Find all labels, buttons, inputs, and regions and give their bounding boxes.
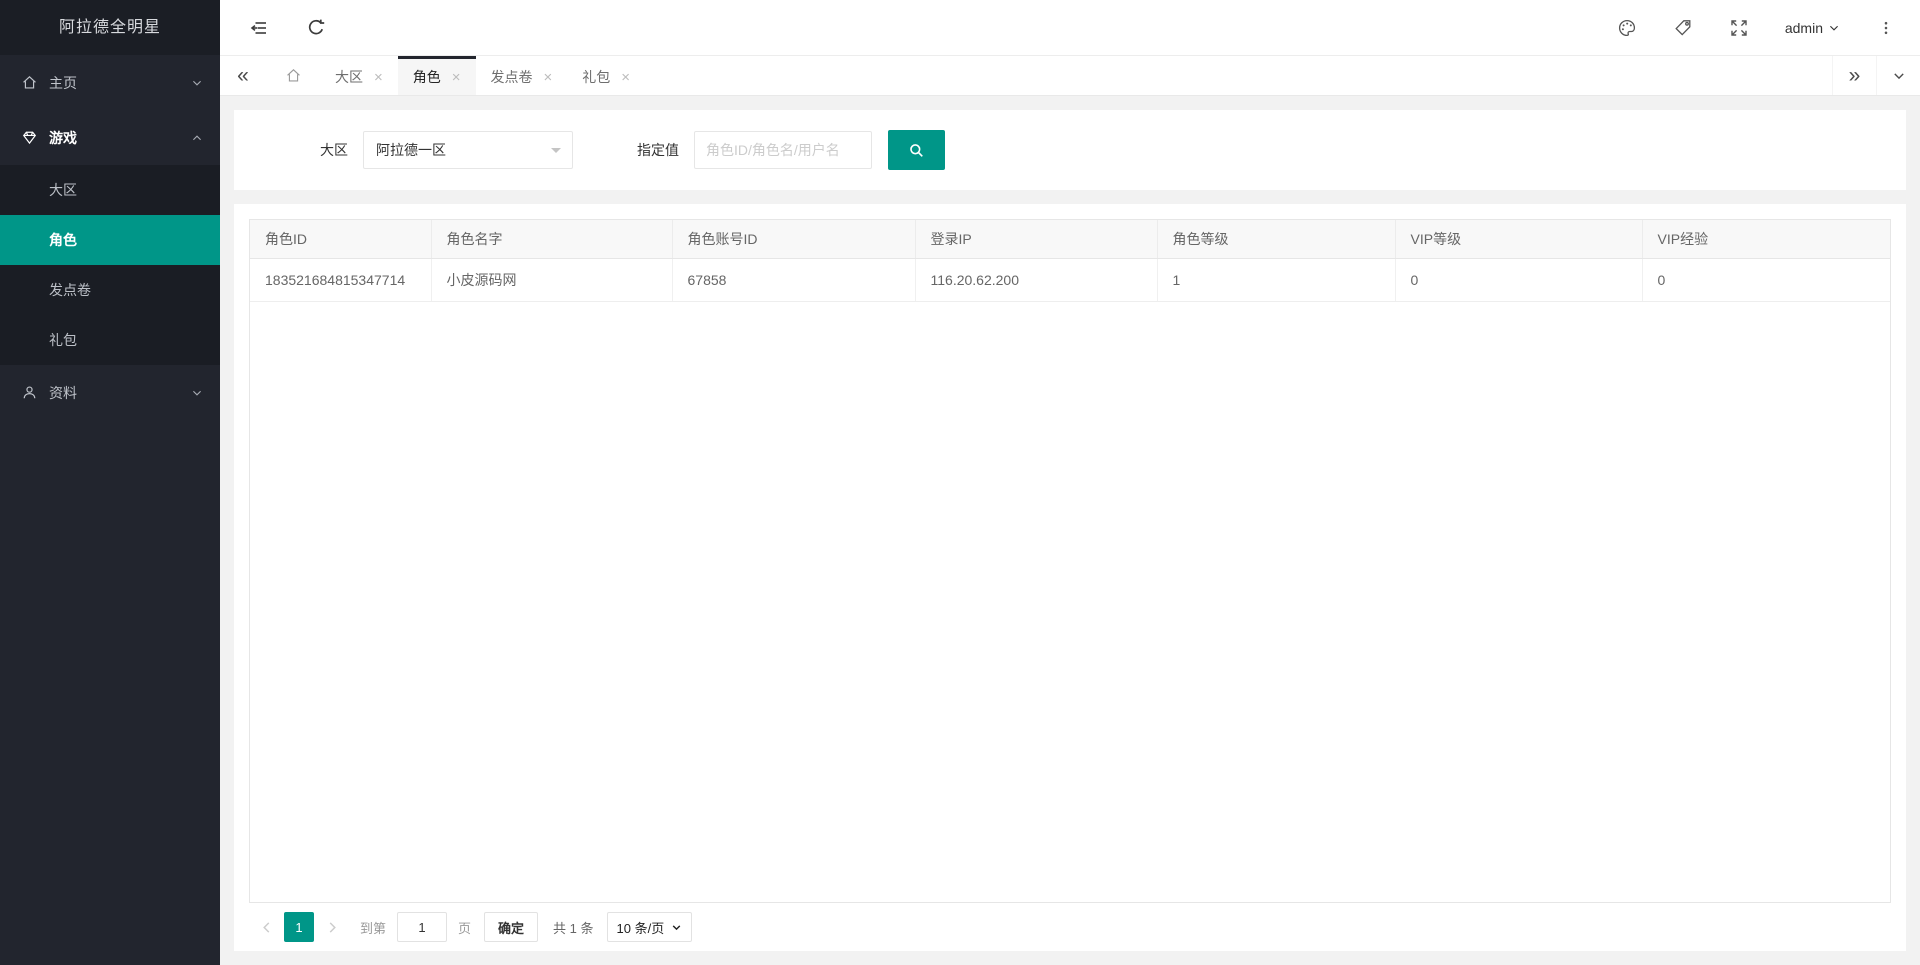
sidebar-item-label: 主页 (49, 73, 191, 93)
table-container: 角色ID 角色名字 角色账号ID 登录IP 角色等级 VIP等级 VIP经验 (249, 219, 1891, 903)
close-icon[interactable]: × (452, 70, 461, 85)
tab-home[interactable] (266, 56, 320, 95)
tab-bar: « 大区 × 角色 × 发点卷 × 礼包 × » (220, 56, 1920, 96)
tab-label: 角色 (413, 67, 441, 87)
tabs-menu-icon[interactable] (1876, 56, 1920, 95)
top-header: admin (220, 0, 1920, 56)
region-select[interactable]: 阿拉德一区 (363, 131, 573, 169)
tabs-scroll-left-icon[interactable]: « (220, 56, 266, 95)
table-row: 183521684815347714 小皮源码网 67858 116.20.62… (250, 258, 1890, 301)
tab-send-points[interactable]: 发点卷 × (476, 56, 568, 95)
cell-role-level: 1 (1157, 258, 1395, 301)
close-icon[interactable]: × (544, 70, 553, 85)
cell-login-ip: 116.20.62.200 (915, 258, 1157, 301)
sidebar-item-label: 游戏 (49, 128, 191, 148)
tag-icon[interactable] (1673, 18, 1693, 38)
sidebar-item-label: 资料 (49, 383, 191, 403)
keyword-label: 指定值 (637, 140, 679, 160)
goto-page-input[interactable] (397, 912, 447, 942)
tab-label: 发点卷 (491, 67, 533, 87)
sidebar-item-region[interactable]: 大区 (0, 165, 220, 215)
current-page-button[interactable]: 1 (284, 912, 314, 942)
home-icon (285, 67, 302, 84)
column-header: VIP等级 (1395, 220, 1642, 258)
cell-role-id: 183521684815347714 (250, 258, 431, 301)
main-area: admin « 大区 × 角色 × 发点卷 × (220, 0, 1920, 965)
tabs-scroll-right-icon[interactable]: » (1832, 56, 1876, 95)
tab-label: 大区 (335, 67, 363, 87)
chevron-down-icon (1828, 22, 1840, 34)
character-table: 角色ID 角色名字 角色账号ID 登录IP 角色等级 VIP等级 VIP经验 (250, 220, 1890, 302)
column-header: 角色ID (250, 220, 431, 258)
content-area: 大区 阿拉德一区 指定值 (220, 96, 1920, 965)
tab-character[interactable]: 角色 × (398, 56, 476, 95)
sidebar-item-gift-pack[interactable]: 礼包 (0, 315, 220, 365)
table-header-row: 角色ID 角色名字 角色账号ID 登录IP 角色等级 VIP等级 VIP经验 (250, 220, 1890, 258)
sidebar-item-character[interactable]: 角色 (0, 215, 220, 265)
tab-label: 礼包 (582, 67, 610, 87)
next-page-icon[interactable] (319, 912, 345, 942)
tab-gift-pack[interactable]: 礼包 × (567, 56, 645, 95)
column-header: 角色账号ID (672, 220, 915, 258)
sidebar-toggle-icon[interactable] (249, 18, 269, 38)
goto-confirm-button[interactable]: 确定 (484, 912, 538, 942)
cell-account-id: 67858 (672, 258, 915, 301)
page-size-value: 10 条/页 (617, 918, 665, 937)
chevron-down-icon (671, 922, 682, 933)
sidebar-item-send-points[interactable]: 发点卷 (0, 265, 220, 315)
sidebar-item-game[interactable]: 游戏 (0, 110, 220, 165)
column-header: 角色等级 (1157, 220, 1395, 258)
column-header: VIP经验 (1642, 220, 1890, 258)
chevron-down-icon (551, 148, 561, 158)
close-icon[interactable]: × (621, 70, 630, 85)
username-label: admin (1785, 20, 1823, 36)
chevron-down-icon (191, 77, 203, 89)
home-icon (21, 74, 38, 91)
region-label: 大区 (320, 140, 348, 160)
close-icon[interactable]: × (374, 70, 383, 85)
region-select-value: 阿拉德一区 (376, 140, 446, 160)
cell-vip-exp: 0 (1642, 258, 1890, 301)
prev-page-icon[interactable] (253, 912, 279, 942)
chevron-down-icon (191, 387, 203, 399)
cell-vip-level: 0 (1395, 258, 1642, 301)
user-icon (21, 384, 38, 401)
chevron-up-icon (191, 132, 203, 144)
more-options-icon[interactable] (1878, 19, 1894, 37)
search-form-card: 大区 阿拉德一区 指定值 (234, 110, 1906, 190)
app-window: 阿拉德全明星 主页 游戏 大区 角色 发点卷 礼包 资料 (0, 0, 1920, 965)
tab-region[interactable]: 大区 × (320, 56, 398, 95)
fullscreen-icon[interactable] (1729, 18, 1749, 38)
column-header: 角色名字 (431, 220, 672, 258)
goto-page-label: 到第 (360, 918, 386, 937)
page-size-select[interactable]: 10 条/页 (607, 912, 693, 942)
cell-role-name: 小皮源码网 (431, 258, 672, 301)
total-count-label: 共 1 条 (553, 918, 593, 937)
theme-palette-icon[interactable] (1617, 18, 1637, 38)
tabbar-right-controls: » (1832, 56, 1920, 95)
sidebar-item-home[interactable]: 主页 (0, 55, 220, 110)
user-menu[interactable]: admin (1785, 20, 1840, 36)
refresh-icon[interactable] (306, 18, 326, 38)
sidebar: 阿拉德全明星 主页 游戏 大区 角色 发点卷 礼包 资料 (0, 0, 220, 965)
sidebar-submenu-game: 大区 角色 发点卷 礼包 (0, 165, 220, 365)
search-icon (908, 142, 925, 159)
pagination: 1 到第 页 确定 共 1 条 10 条/页 (249, 903, 1891, 951)
gem-icon (21, 129, 38, 146)
app-title: 阿拉德全明星 (0, 0, 220, 55)
sidebar-item-profile[interactable]: 资料 (0, 365, 220, 420)
keyword-input[interactable] (694, 131, 872, 169)
table-card: 角色ID 角色名字 角色账号ID 登录IP 角色等级 VIP等级 VIP经验 (234, 204, 1906, 951)
column-header: 登录IP (915, 220, 1157, 258)
search-button[interactable] (888, 130, 945, 170)
page-unit-label: 页 (458, 918, 471, 937)
